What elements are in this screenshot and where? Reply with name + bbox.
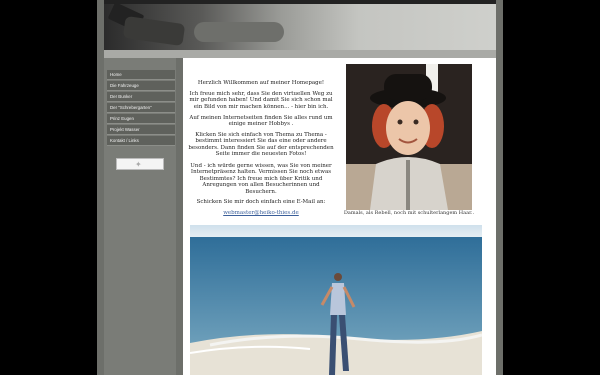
- camera-lens-shape: [194, 22, 284, 42]
- welcome-heading: Herzlich Willkommen auf meiner Homepage!: [197, 80, 325, 86]
- intro-paragraph-2: Auf meinen Internetseiten finden Sie all…: [189, 115, 333, 128]
- nav-item-projekt-wasser[interactable]: Projekt Wasser: [107, 125, 175, 135]
- intro-paragraph-3: Klicken Sie sich einfach von Thema zu Th…: [188, 132, 334, 158]
- email-link[interactable]: webmaster@heiko-thies.de: [223, 210, 299, 216]
- puzzle-button[interactable]: ✦: [116, 158, 164, 170]
- puzzle-icon: ✦: [135, 160, 142, 169]
- beach-photo: [190, 225, 482, 375]
- nav-item-prinz-eugen[interactable]: Prinz Eugen: [107, 114, 175, 124]
- header-subbar: [104, 50, 496, 58]
- intro-paragraph-4: Und - ich würde gerne wissen, was Sie vo…: [190, 163, 332, 195]
- header-banner: [104, 0, 496, 50]
- intro-paragraph-5: Schicken Sie mir doch einfach eine E-Mai…: [196, 199, 326, 205]
- beach-photo-graphic: [190, 225, 482, 375]
- intro-paragraph-1: Ich freue mich sehr, dass Sie den virtue…: [189, 91, 333, 110]
- nav-item-schrebergarten[interactable]: Der "Schrebergarten": [107, 103, 175, 113]
- nav-item-kontakt[interactable]: Kontakt / Links: [107, 136, 175, 146]
- nav-item-bunker[interactable]: Der Bunker: [107, 92, 175, 102]
- nav-item-fahrzeuge[interactable]: Die Fahrzeuge: [107, 81, 175, 91]
- nav-item-home[interactable]: Home: [107, 70, 175, 80]
- childhood-photo: [346, 64, 472, 210]
- email-line: webmaster@heiko-thies.de: [186, 210, 336, 216]
- photo-caption: Damals, als Rebell, noch mit schulterlan…: [343, 210, 475, 216]
- childhood-photo-graphic: [346, 64, 472, 210]
